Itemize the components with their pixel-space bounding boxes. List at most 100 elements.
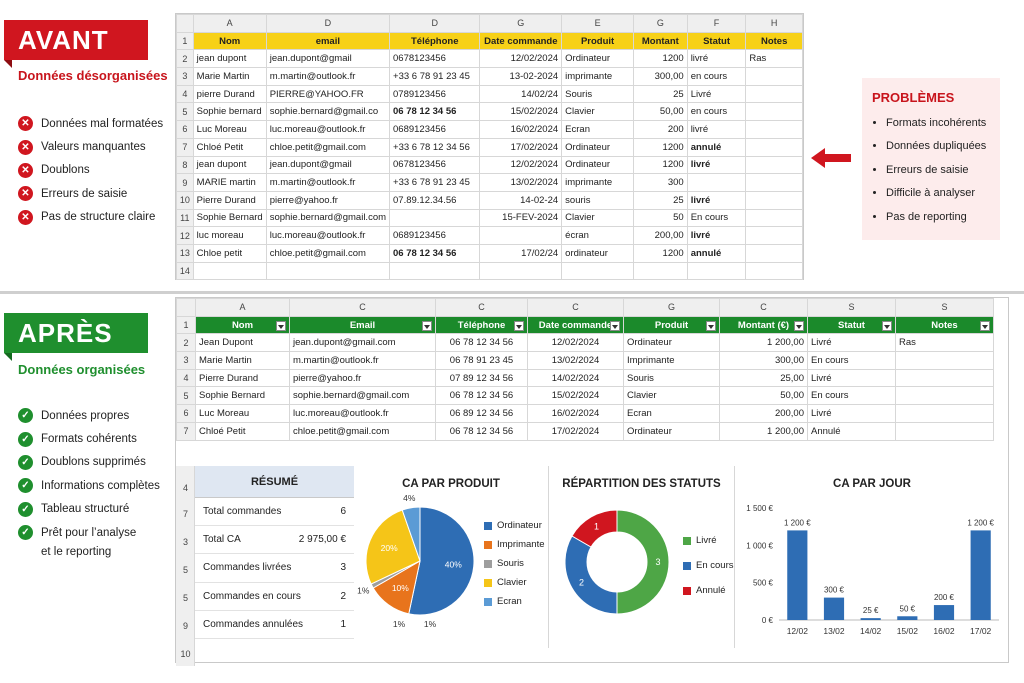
row-header[interactable]: 10	[176, 190, 194, 210]
row-header[interactable]: 6	[176, 120, 194, 139]
cell[interactable]	[895, 421, 994, 441]
filter-dropdown-icon[interactable]	[794, 320, 804, 331]
column-header[interactable]: G	[623, 298, 720, 317]
cell[interactable]: Sophie bernard	[192, 102, 267, 122]
cell[interactable]: 1200	[632, 243, 688, 263]
filter-dropdown-icon[interactable]	[882, 320, 892, 331]
column-header[interactable]: G	[479, 14, 563, 33]
cell[interactable]: souris	[561, 190, 634, 210]
column-header[interactable]: A	[195, 298, 290, 317]
cell[interactable]: 1 200,00	[719, 421, 808, 441]
cell[interactable]	[745, 120, 803, 139]
cell[interactable]	[745, 243, 803, 263]
row-header[interactable]: 5	[176, 565, 195, 575]
cell[interactable]: Chloé Petit	[192, 137, 267, 157]
cell[interactable]: 17/02/2024	[527, 421, 624, 441]
row-header[interactable]: 1	[176, 315, 196, 335]
cell[interactable]	[479, 226, 563, 245]
cell[interactable]: livré	[686, 190, 747, 210]
header-cell[interactable]: Date commande	[527, 315, 624, 335]
column-header[interactable]: C	[719, 298, 808, 317]
cell[interactable]: annulé	[686, 243, 747, 263]
cell[interactable]: PIERRE@YAHOO.FR	[265, 84, 391, 104]
cell[interactable]	[686, 261, 747, 281]
cell[interactable]: 0789123456	[389, 84, 481, 104]
row-header[interactable]: 7	[176, 137, 194, 157]
row-header[interactable]: 4	[176, 84, 194, 104]
column-header[interactable]: H	[745, 14, 803, 33]
cell[interactable]: 14/02/24	[479, 84, 563, 104]
cell[interactable]: 06 78 12 34 56	[435, 386, 528, 406]
cell[interactable]	[479, 261, 563, 281]
cell[interactable]: en cours	[686, 102, 747, 122]
header-cell[interactable]: Statut	[686, 31, 747, 51]
cell[interactable]: 200	[632, 120, 688, 139]
column-header[interactable]: G	[632, 14, 688, 33]
cell[interactable]: 300	[632, 173, 688, 192]
cell[interactable]	[745, 84, 803, 104]
cell[interactable]: 13/02/2024	[479, 173, 563, 192]
cell[interactable]: jean dupont	[192, 49, 267, 69]
cell[interactable]: Imprimante	[623, 351, 720, 370]
cell[interactable]	[265, 261, 391, 281]
filter-dropdown-icon[interactable]	[422, 320, 432, 331]
cell[interactable]	[745, 137, 803, 157]
cell[interactable]: Ecran	[623, 404, 720, 423]
cell[interactable]: écran	[561, 226, 634, 245]
cell[interactable]: 17/02/2024	[479, 137, 563, 157]
cell[interactable]: luc.moreau@outlook.fr	[289, 404, 436, 423]
cell[interactable]: 0678123456	[389, 155, 481, 175]
cell[interactable]: Marie Martin	[192, 67, 267, 86]
cell[interactable]: chloe.petit@gmail.com	[265, 137, 391, 157]
column-header[interactable]: D	[265, 14, 391, 33]
cell[interactable]	[745, 208, 803, 228]
column-header[interactable]: S	[895, 298, 994, 317]
cell[interactable]: 07.89.12.34.56	[389, 190, 481, 210]
cell[interactable]: 12/02/2024	[479, 49, 563, 69]
filter-dropdown-icon[interactable]	[276, 320, 286, 331]
cell[interactable]: luc.moreau@outlook.fr	[265, 226, 391, 245]
cell[interactable]	[745, 190, 803, 210]
cell[interactable]: Sophie Bernard	[192, 208, 267, 228]
cell[interactable]: En cours	[807, 351, 896, 370]
cell[interactable]	[895, 386, 994, 406]
row-header[interactable]: 1	[176, 31, 194, 51]
cell[interactable]: 16/02/2024	[479, 120, 563, 139]
cell[interactable]: +33 6 78 91 23 45	[389, 67, 481, 86]
cell[interactable]: 06 78 12 34 56	[389, 243, 481, 263]
cell[interactable]: 1200	[632, 49, 688, 69]
column-header[interactable]: C	[435, 298, 528, 317]
row-header[interactable]: 5	[176, 386, 196, 406]
column-header[interactable]: E	[561, 14, 634, 33]
row-header[interactable]: 2	[176, 333, 196, 353]
column-header[interactable]: S	[807, 298, 896, 317]
header-cell[interactable]: Notes	[745, 31, 803, 51]
cell[interactable]: imprimante	[561, 173, 634, 192]
cell[interactable]: 0678123456	[389, 49, 481, 69]
cell[interactable]: 0689123456	[389, 120, 481, 139]
header-cell[interactable]: Produit	[561, 31, 634, 51]
cell[interactable]	[561, 261, 634, 281]
cell[interactable]	[745, 173, 803, 192]
header-cell[interactable]: Téléphone	[389, 31, 481, 51]
cell[interactable]: Clavier	[623, 386, 720, 406]
cell[interactable]: m.martin@outlook.fr	[289, 351, 436, 370]
cell[interactable]: Souris	[623, 368, 720, 388]
cell[interactable]: sophie.bernard@gmail.com	[265, 208, 391, 228]
cell[interactable]: 15/02/2024	[479, 102, 563, 122]
cell[interactable]: 06 78 91 23 45	[435, 351, 528, 370]
row-header[interactable]: 11	[176, 208, 194, 228]
cell[interactable]: 06 78 12 34 56	[389, 102, 481, 122]
filter-dropdown-icon[interactable]	[706, 320, 716, 331]
cell[interactable]: 1200	[632, 137, 688, 157]
cell[interactable]	[745, 67, 803, 86]
cell[interactable]: Luc Moreau	[192, 120, 267, 139]
cell[interactable]: Ordinateur	[623, 333, 720, 353]
cell[interactable]: 300,00	[632, 67, 688, 86]
cell[interactable]: Clavier	[561, 102, 634, 122]
cell[interactable]: 06 78 12 34 56	[435, 421, 528, 441]
cell[interactable]: Sophie Bernard	[195, 386, 290, 406]
column-header[interactable]: C	[289, 298, 436, 317]
cell[interactable]: jean.dupont@gmail	[265, 155, 391, 175]
cell[interactable]	[389, 208, 481, 228]
